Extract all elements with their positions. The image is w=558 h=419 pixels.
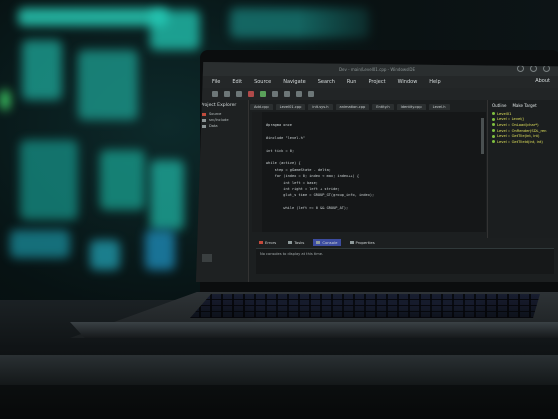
editor-tabs: Add.cpp Level01.cpp init.sys.h animation… bbox=[250, 102, 486, 111]
bokeh-light bbox=[20, 140, 78, 220]
folder-icon bbox=[202, 112, 206, 116]
console-icon bbox=[316, 241, 321, 244]
tasks-icon bbox=[288, 241, 293, 244]
tab-tasks[interactable]: Tasks bbox=[285, 239, 307, 246]
bokeh-light bbox=[150, 10, 200, 50]
menu-bar: File Edit Source Navigate Search Run Pro… bbox=[196, 76, 558, 88]
toolbar bbox=[196, 88, 558, 100]
project-explorer-title: Project Explorer bbox=[200, 103, 237, 108]
menu-run[interactable]: Run bbox=[347, 79, 357, 85]
properties-icon bbox=[349, 241, 354, 244]
build-icon[interactable] bbox=[248, 91, 254, 97]
tab-errors[interactable]: Errors bbox=[256, 239, 279, 246]
method-icon bbox=[492, 129, 495, 133]
menu-about[interactable]: About bbox=[535, 78, 550, 84]
menu-window[interactable]: Window bbox=[398, 79, 418, 85]
folder-icon bbox=[202, 118, 206, 122]
bokeh-light bbox=[22, 40, 62, 100]
panel-toggle-icon[interactable] bbox=[202, 254, 212, 262]
editor-scrollbar[interactable] bbox=[481, 118, 484, 154]
bokeh-light bbox=[0, 90, 10, 110]
editor-tab[interactable]: Level.h bbox=[428, 103, 450, 110]
tab-outline[interactable]: Outline bbox=[492, 103, 506, 108]
method-icon bbox=[492, 117, 495, 121]
back-icon[interactable] bbox=[296, 91, 302, 97]
minimize-icon[interactable] bbox=[517, 65, 524, 72]
forward-icon[interactable] bbox=[308, 91, 314, 97]
method-icon bbox=[492, 140, 495, 144]
bokeh-light bbox=[78, 50, 138, 120]
bokeh-light bbox=[90, 240, 120, 270]
code-text: #pragma once #include "level.h" int tick… bbox=[266, 122, 374, 212]
editor-tab[interactable]: Entity.h bbox=[372, 103, 394, 110]
new-file-icon[interactable] bbox=[212, 91, 218, 97]
menu-project[interactable]: Project bbox=[368, 79, 385, 85]
debug-icon[interactable] bbox=[272, 91, 278, 97]
editor-tab[interactable]: animation.cpp bbox=[335, 103, 370, 110]
line-gutter bbox=[252, 112, 262, 232]
code-line: glut_s time = GROUP_GT(group_info, index… bbox=[266, 193, 375, 198]
error-icon bbox=[259, 241, 263, 244]
save-icon[interactable] bbox=[224, 91, 230, 97]
search-icon[interactable] bbox=[284, 91, 290, 97]
tree-item[interactable]: Data bbox=[196, 123, 248, 129]
method-icon bbox=[492, 112, 495, 116]
menu-edit[interactable]: Edit bbox=[232, 79, 242, 85]
console-message: No consoles to display at this time. bbox=[260, 252, 324, 256]
desk-edge bbox=[0, 355, 558, 385]
menu-file[interactable]: File bbox=[212, 79, 220, 85]
bottom-panel-tabs: Errors Tasks Console Properties bbox=[256, 238, 558, 247]
menu-source[interactable]: Source bbox=[254, 79, 271, 85]
editor-tab[interactable]: Add.cpp bbox=[250, 103, 273, 110]
bokeh-light bbox=[150, 160, 184, 230]
run-icon[interactable] bbox=[260, 91, 266, 97]
method-icon bbox=[492, 134, 495, 138]
code-line: for (index = 0; index < max; index++) { bbox=[266, 174, 360, 179]
code-editor[interactable]: #pragma once #include "level.h" int tick… bbox=[252, 112, 486, 232]
code-line: while (left >= 0 && GROUP_AT); bbox=[266, 206, 349, 211]
console-output: No consoles to display at this time. bbox=[256, 248, 554, 274]
editor-tab[interactable]: init.sys.h bbox=[308, 103, 333, 110]
menu-navigate[interactable]: Navigate bbox=[283, 79, 305, 85]
save-all-icon[interactable] bbox=[236, 91, 242, 97]
menu-search[interactable]: Search bbox=[318, 79, 335, 85]
tab-properties[interactable]: Properties bbox=[347, 239, 378, 246]
tab-make-target[interactable]: Make Target bbox=[512, 103, 536, 108]
laptop-screen: Dev - main/Level01.cpp - WindowsIDE File… bbox=[196, 62, 558, 282]
folder-icon bbox=[202, 124, 206, 128]
laptop-base-front bbox=[70, 322, 558, 338]
window-title: Dev - main/Level01.cpp - WindowsIDE bbox=[338, 66, 416, 72]
bokeh-light bbox=[18, 8, 168, 26]
editor-tab[interactable]: Identity.cpp bbox=[396, 103, 426, 110]
project-explorer-panel: Project Explorer Source src/Include Data bbox=[196, 100, 249, 282]
bokeh-light bbox=[10, 230, 70, 258]
outline-panel: Outline Make Target Level01 Level :: Lev… bbox=[487, 100, 558, 238]
tab-console[interactable]: Console bbox=[313, 239, 341, 246]
menu-help[interactable]: Help bbox=[429, 79, 440, 85]
editor-tab[interactable]: Level01.cpp bbox=[275, 103, 306, 110]
keyboard-rows bbox=[190, 294, 540, 318]
bokeh-light bbox=[100, 150, 145, 210]
method-icon bbox=[492, 123, 495, 127]
outline-item[interactable]: Level :: GetTileId(int, int) bbox=[488, 139, 558, 145]
bokeh-light bbox=[145, 230, 175, 270]
